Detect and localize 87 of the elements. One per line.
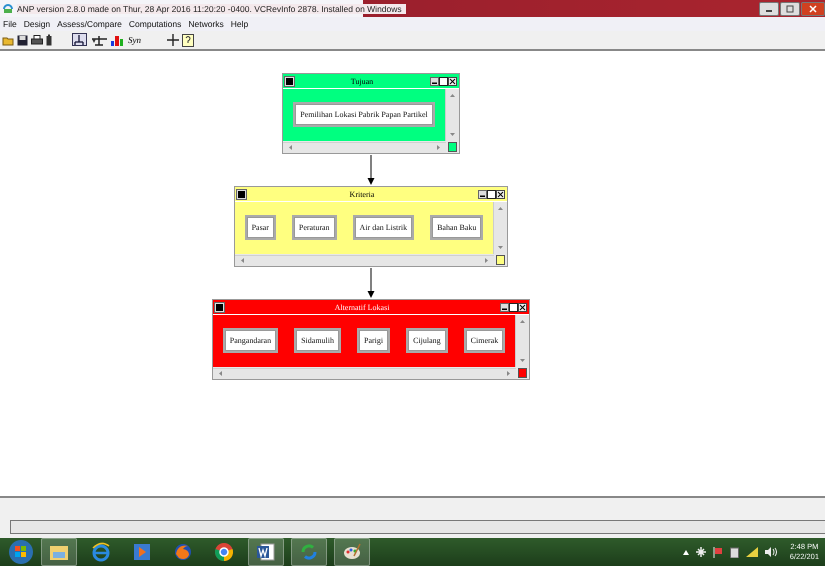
node-button[interactable]: Cimerak: [466, 330, 504, 350]
cluster-color-square: [518, 368, 528, 378]
maximize-icon: [786, 4, 794, 12]
menu-item[interactable]: Assess/Compare: [57, 19, 122, 29]
network-icon[interactable]: [72, 33, 88, 47]
scroll-left-icon[interactable]: [240, 258, 244, 263]
maximize-button[interactable]: [509, 302, 518, 312]
word-document-icon: [256, 542, 276, 562]
scroll-down-icon[interactable]: [450, 133, 455, 136]
maximize-button[interactable]: [780, 2, 800, 16]
folder-icon: [49, 543, 69, 561]
scroll-down-icon[interactable]: [498, 246, 504, 249]
close-button[interactable]: [448, 76, 457, 86]
scroll-right-icon[interactable]: [485, 258, 488, 263]
node-button[interactable]: Air dan Listrik: [354, 216, 412, 238]
scroll-right-icon[interactable]: [507, 371, 510, 376]
chrome-icon: [214, 542, 234, 562]
maximize-button[interactable]: [487, 190, 496, 198]
fox-globe-icon: [173, 542, 193, 562]
cluster-name: Alternatif Lokasi: [334, 302, 390, 312]
horizontal-scrollbar[interactable]: [234, 254, 494, 266]
save-icon[interactable]: [17, 34, 28, 46]
cluster-color-square: [496, 255, 506, 265]
close-button[interactable]: [801, 2, 825, 16]
speaker-icon[interactable]: [764, 547, 777, 557]
minimize-button[interactable]: [759, 2, 779, 16]
system-menu-icon[interactable]: [236, 190, 246, 198]
scroll-up-icon[interactable]: [450, 94, 455, 97]
sync-arrows-icon: [299, 542, 319, 562]
scroll-up-icon[interactable]: [520, 320, 526, 323]
minimize-button[interactable]: [478, 190, 488, 198]
help-icon[interactable]: [182, 34, 194, 46]
device-icon[interactable]: [696, 547, 706, 557]
minimize-button[interactable]: [430, 76, 439, 86]
maximize-button[interactable]: [438, 76, 448, 86]
close-button[interactable]: [496, 190, 506, 198]
browser-e-icon: [91, 542, 111, 562]
cluster-window[interactable]: Tujuan Pemilihan Lokasi Pabrik Papan Partikel: [282, 73, 460, 154]
node-button[interactable]: Pangandaran: [224, 330, 276, 350]
node-button[interactable]: Bahan Baku: [432, 216, 482, 238]
app-icon: [3, 4, 13, 14]
cluster-window[interactable]: Alternatif Lokasi Pangandaran Sidamulih Parigi Cijulang Cimerak: [212, 299, 530, 380]
scale-icon[interactable]: [91, 34, 108, 46]
menu-item[interactable]: Design: [24, 19, 50, 29]
node-button[interactable]: Peraturan: [294, 216, 335, 238]
flag-icon[interactable]: [712, 546, 723, 558]
taskbar-button[interactable]: [248, 538, 284, 566]
bar-chart-icon[interactable]: [111, 34, 123, 46]
paint-palette-icon: [342, 542, 362, 562]
printer-icon[interactable]: [31, 34, 43, 46]
node-button[interactable]: Sidamulih: [296, 330, 339, 350]
minimize-button[interactable]: [500, 302, 510, 312]
scroll-left-icon[interactable]: [218, 371, 222, 376]
crosshair-icon[interactable]: [167, 34, 179, 46]
system-menu-icon[interactable]: [285, 76, 294, 86]
node-button[interactable]: Parigi: [359, 330, 388, 350]
scroll-up-icon[interactable]: [498, 207, 504, 210]
scroll-right-icon[interactable]: [436, 145, 440, 150]
menu-item[interactable]: File: [3, 19, 17, 29]
node-button[interactable]: Cijulang: [408, 330, 446, 350]
clipboard-icon[interactable]: [730, 546, 739, 558]
network-signal-icon[interactable]: [746, 547, 758, 557]
close-icon: [809, 4, 817, 12]
connector-arrow: [367, 268, 375, 298]
show-hidden-icons-icon[interactable]: [682, 550, 689, 554]
synthesize-button[interactable]: Syn: [126, 35, 147, 45]
node-button[interactable]: Pasar: [246, 216, 274, 238]
menu-item[interactable]: Help: [230, 19, 248, 29]
battery-icon[interactable]: [46, 34, 52, 46]
cluster-name: Tujuan: [350, 76, 374, 86]
node-button[interactable]: Pemilihan Lokasi Pabrik Papan Partikel: [295, 104, 433, 124]
scroll-down-icon[interactable]: [520, 359, 526, 362]
menu-item[interactable]: Networks: [188, 19, 224, 29]
cluster-window[interactable]: Kriteria Pasar Peraturan Air dan Listrik Bahan Baku: [234, 186, 508, 267]
horizontal-scrollbar[interactable]: [212, 368, 516, 378]
start-button[interactable]: [8, 539, 34, 565]
scroll-left-icon[interactable]: [289, 145, 292, 150]
close-button[interactable]: [518, 302, 528, 312]
cluster-name: Kriteria: [348, 190, 376, 198]
window-title: ANP version 2.8.0 made on Thur, 28 Apr 2016 11:20:20 -0400. VCRevInfo 2878. Installed on Windows: [17, 4, 406, 14]
taskbar-button[interactable]: [334, 538, 370, 566]
system-menu-icon[interactable]: [214, 302, 224, 312]
connector-arrow: [367, 155, 375, 185]
menu-item[interactable]: Computations: [128, 19, 182, 29]
cluster-color-square: [448, 142, 457, 152]
media-player-icon: [133, 543, 151, 561]
horizontal-scrollbar[interactable]: [283, 142, 446, 152]
